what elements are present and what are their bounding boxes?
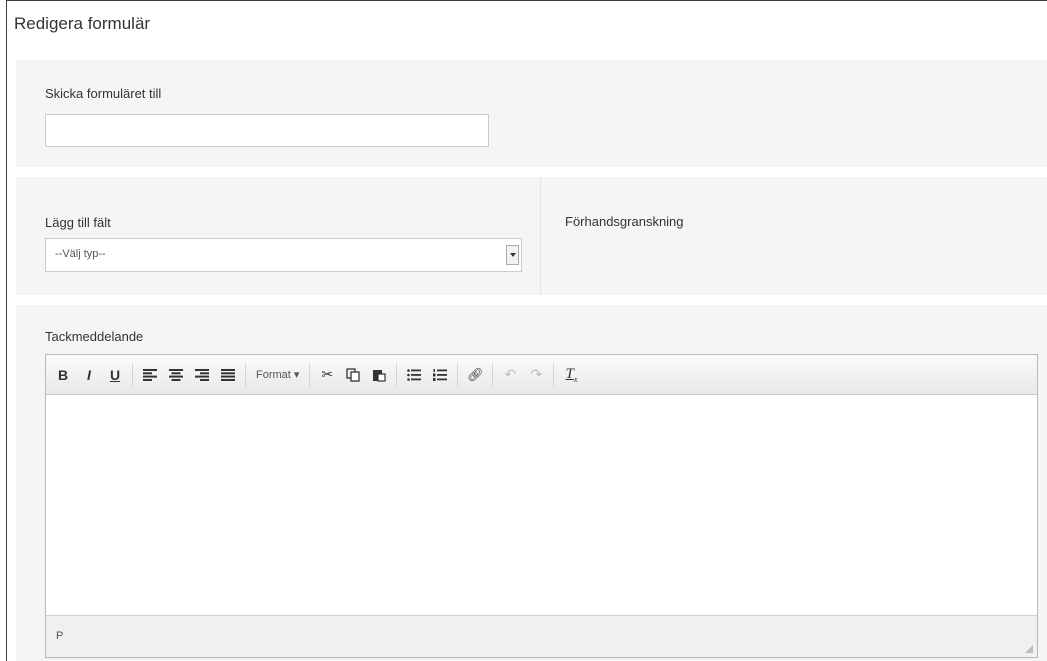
copy-button[interactable]: [342, 363, 364, 387]
paste-icon: [373, 369, 387, 382]
resize-handle-icon[interactable]: [1025, 645, 1033, 653]
clear-format-icon: Tx: [565, 365, 578, 384]
page-title: Redigera formulär: [14, 14, 151, 33]
toolbar-group-lists: [401, 362, 459, 387]
clear-format-button[interactable]: Tx: [560, 363, 582, 387]
send-to-label: Skicka formuläret till: [45, 86, 162, 101]
field-type-select[interactable]: --Välj typ--: [45, 238, 522, 272]
numbered-list-icon: [433, 368, 448, 381]
align-center-button[interactable]: [165, 363, 187, 387]
bullet-list-icon: [407, 368, 422, 381]
dropdown-arrow-icon[interactable]: [506, 245, 519, 265]
element-path[interactable]: P: [56, 630, 63, 642]
italic-button[interactable]: I: [78, 363, 100, 387]
paste-button[interactable]: [368, 363, 390, 387]
align-center-icon: [169, 368, 183, 381]
rich-text-editor: B I U Format ▾ ✂ 🔗︎ ↶ ↷ Tx P: [45, 354, 1038, 658]
align-right-button[interactable]: [191, 363, 213, 387]
cut-button[interactable]: ✂: [316, 363, 338, 387]
copy-icon: [346, 367, 361, 382]
bullet-list-button[interactable]: [403, 363, 425, 387]
underline-button[interactable]: U: [104, 363, 126, 387]
thanks-panel: Tackmeddelande B I U Format ▾ ✂ 🔗︎ ↶ ↷ T…: [16, 305, 1047, 661]
thanks-label: Tackmeddelande: [45, 329, 144, 344]
redo-icon: ↷: [530, 366, 543, 382]
send-to-panel: Skicka formuläret till: [16, 60, 1047, 167]
scissors-icon: ✂: [321, 366, 334, 382]
preview-label: Förhandsgranskning: [565, 214, 684, 229]
field-type-selected: --Välj typ--: [55, 248, 106, 260]
link-button[interactable]: 🔗︎: [464, 363, 486, 387]
panel-divider: [540, 177, 541, 295]
toolbar-group-text-style: B I U: [50, 362, 133, 387]
toolbar-group-clipboard: ✂: [314, 362, 398, 387]
toolbar-group-link: 🔗︎: [462, 362, 494, 387]
toolbar-group-align: [137, 362, 246, 387]
numbered-list-button[interactable]: [429, 363, 451, 387]
add-field-panel: Lägg till fält --Välj typ-- Förhandsgran…: [16, 177, 1047, 295]
align-justify-icon: [221, 368, 235, 381]
align-left-button[interactable]: [139, 363, 161, 387]
undo-button[interactable]: ↶: [499, 363, 521, 387]
align-left-icon: [143, 368, 157, 381]
bold-button[interactable]: B: [52, 363, 74, 387]
undo-icon: ↶: [504, 366, 517, 382]
align-justify-button[interactable]: [217, 363, 239, 387]
redo-button[interactable]: ↷: [525, 363, 547, 387]
editor-content-area[interactable]: [46, 395, 1037, 615]
format-dropdown[interactable]: Format ▾: [250, 363, 305, 387]
toolbar-group-format: Format ▾: [250, 362, 311, 387]
align-right-icon: [195, 368, 209, 381]
editor-toolbar: B I U Format ▾ ✂ 🔗︎ ↶ ↷ Tx: [46, 355, 1037, 395]
link-icon: 🔗︎: [467, 366, 484, 382]
toolbar-group-history: ↶ ↷: [497, 362, 555, 387]
add-field-label: Lägg till fält: [45, 215, 111, 230]
editor-statusbar: P: [46, 615, 1037, 657]
toolbar-group-clear: Tx: [558, 363, 588, 387]
send-to-input[interactable]: [45, 114, 489, 147]
